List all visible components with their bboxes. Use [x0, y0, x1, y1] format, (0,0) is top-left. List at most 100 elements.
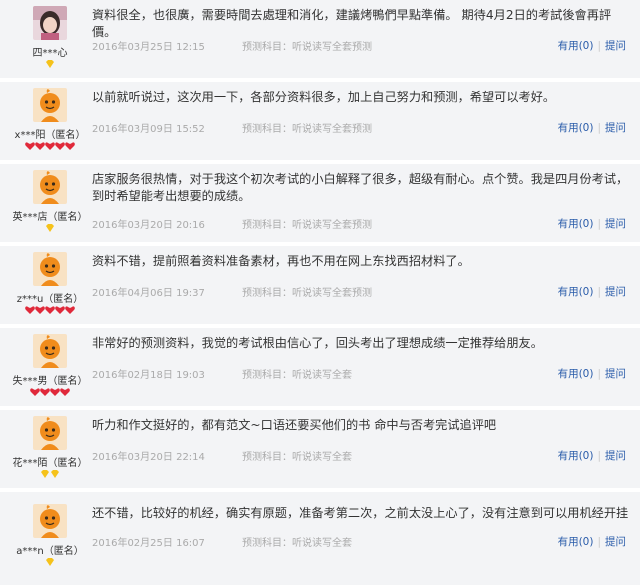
ask-button[interactable]: 提问: [605, 286, 626, 298]
divider: |: [597, 286, 601, 298]
useful-count: (0): [578, 536, 594, 548]
review-item: 失***男（匿名） 非常好的预测资料，我觉的考试根由信心了，回头考出了理想成绩一…: [0, 328, 640, 408]
review-item: 四***心 資料很全，也很廣，需要時間去處理和消化，建議烤鴨們早點準備。 期待4…: [0, 0, 640, 80]
review-actions: 有用(0) | 提问: [558, 216, 626, 231]
useful-button[interactable]: 有用: [558, 40, 579, 52]
ask-button[interactable]: 提问: [605, 122, 626, 134]
heart-icon: [35, 306, 45, 314]
ask-button[interactable]: 提问: [605, 218, 626, 230]
useful-button[interactable]: 有用: [558, 450, 579, 462]
useful-count: (0): [578, 40, 594, 52]
ask-button[interactable]: 提问: [605, 450, 626, 462]
avatar[interactable]: [33, 504, 67, 538]
product-label: 预测科目：听说读写全套预测: [242, 124, 372, 135]
reviewer-info: a***n（匿名）: [0, 492, 100, 572]
review-text: 店家服务很热情，对于我这个初次考试的小白解释了很多，超级有耐心。点个赞。我是四月…: [92, 172, 629, 203]
heart-icon: [65, 306, 75, 314]
review-date: 2016年03月09日 15:52: [92, 124, 205, 135]
review-item: a***n（匿名） 还不错，比较好的机经，确实有原题，准备考第二次，之前太没上心…: [0, 492, 640, 585]
username[interactable]: 四***心: [0, 44, 100, 59]
reviewer-info: 失***男（匿名）: [0, 328, 100, 408]
username[interactable]: x***阳（匿名）: [0, 126, 100, 141]
username[interactable]: 花***陌（匿名）: [0, 454, 100, 469]
reviewer-info: x***阳（匿名）: [0, 82, 100, 162]
review-actions: 有用(0) | 提问: [558, 448, 626, 463]
review-actions: 有用(0) | 提问: [558, 534, 626, 549]
default-avatar-icon: [33, 170, 67, 204]
avatar[interactable]: [33, 6, 67, 40]
default-avatar-icon: [33, 416, 67, 450]
review-meta: 2016年03月09日 15:52 预测科目：听说读写全套预测: [92, 120, 372, 135]
reviewer-level-badges: [0, 60, 100, 70]
reviewer-info: 四***心: [0, 0, 100, 80]
heart-icon: [40, 388, 50, 396]
diamond-icon: [46, 60, 54, 68]
username[interactable]: 失***男（匿名）: [0, 372, 100, 387]
useful-button[interactable]: 有用: [558, 536, 579, 548]
useful-count: (0): [578, 368, 594, 380]
review-text: 还不错，比较好的机经，确实有原题，准备考第二次，之前太没上心了，没有注意到可以用…: [92, 506, 629, 520]
product-label: 预测科目：听说读写全套: [242, 370, 352, 381]
review-date: 2016年03月20日 20:16: [92, 220, 205, 231]
review-item: x***阳（匿名） 以前就听说过，这次用一下，各部分资料很多，加上自己努力和预测…: [0, 82, 640, 162]
heart-icon: [55, 306, 65, 314]
username[interactable]: a***n（匿名）: [0, 542, 100, 557]
review-meta: 2016年02月25日 16:07 预测科目：听说读写全套: [92, 534, 352, 549]
review-text: 以前就听说过，这次用一下，各部分资料很多，加上自己努力和预测，希望可以考好。: [92, 90, 556, 104]
avatar[interactable]: [33, 416, 67, 450]
review-date: 2016年02月18日 19:03: [92, 370, 205, 381]
heart-icon: [30, 388, 40, 396]
useful-button[interactable]: 有用: [558, 368, 579, 380]
divider: |: [597, 122, 601, 134]
divider: |: [597, 40, 601, 52]
product-label: 预测科目：听说读写全套: [242, 452, 352, 463]
review-text: 听力和作文挺好的，都有范文~口语还要买他们的书 命中与否考完试追评吧: [92, 418, 497, 432]
useful-button[interactable]: 有用: [558, 286, 579, 298]
reviewer-level-badges: [0, 388, 100, 398]
ask-button[interactable]: 提问: [605, 40, 626, 52]
product-label: 预测科目：听说读写全套预测: [242, 42, 372, 53]
default-avatar-icon: [33, 504, 67, 538]
heart-icon: [45, 142, 55, 150]
useful-count: (0): [578, 122, 594, 134]
avatar[interactable]: [33, 334, 67, 368]
useful-button[interactable]: 有用: [558, 218, 579, 230]
heart-icon: [45, 306, 55, 314]
diamond-icon: [51, 470, 59, 478]
divider: |: [597, 450, 601, 462]
username[interactable]: 英***店（匿名）: [0, 208, 100, 223]
default-avatar-icon: [33, 334, 67, 368]
reviewer-level-badges: [0, 558, 100, 568]
heart-icon: [65, 142, 75, 150]
useful-count: (0): [578, 450, 594, 462]
avatar[interactable]: [33, 88, 67, 122]
username[interactable]: z***u（匿名）: [0, 290, 100, 305]
useful-count: (0): [578, 218, 594, 230]
review-actions: 有用(0) | 提问: [558, 284, 626, 299]
review-actions: 有用(0) | 提问: [558, 120, 626, 135]
avatar[interactable]: [33, 170, 67, 204]
diamond-icon: [46, 558, 54, 566]
reviewer-info: z***u（匿名）: [0, 246, 100, 326]
review-date: 2016年04月06日 19:37: [92, 288, 205, 299]
ask-button[interactable]: 提问: [605, 368, 626, 380]
heart-icon: [55, 142, 65, 150]
review-actions: 有用(0) | 提问: [558, 38, 626, 53]
avatar[interactable]: [33, 252, 67, 286]
review-date: 2016年03月25日 12:15: [92, 42, 205, 53]
heart-icon: [25, 142, 35, 150]
review-text: 资料不错，提前照着资料准备素材，再也不用在网上东找西招材料了。: [92, 254, 470, 268]
review-actions: 有用(0) | 提问: [558, 366, 626, 381]
review-item: 花***陌（匿名） 听力和作文挺好的，都有范文~口语还要买他们的书 命中与否考完…: [0, 410, 640, 490]
useful-button[interactable]: 有用: [558, 122, 579, 134]
product-label: 预测科目：听说读写全套预测: [242, 220, 372, 231]
review-meta: 2016年02月18日 19:03 预测科目：听说读写全套: [92, 366, 352, 381]
ask-button[interactable]: 提问: [605, 536, 626, 548]
reviewer-level-badges: [0, 470, 100, 480]
review-date: 2016年02月25日 16:07: [92, 538, 205, 549]
divider: |: [597, 368, 601, 380]
reviewer-level-badges: [0, 142, 100, 152]
diamond-icon: [41, 470, 49, 478]
diamond-icon: [46, 224, 54, 232]
reviewer-info: 花***陌（匿名）: [0, 410, 100, 490]
